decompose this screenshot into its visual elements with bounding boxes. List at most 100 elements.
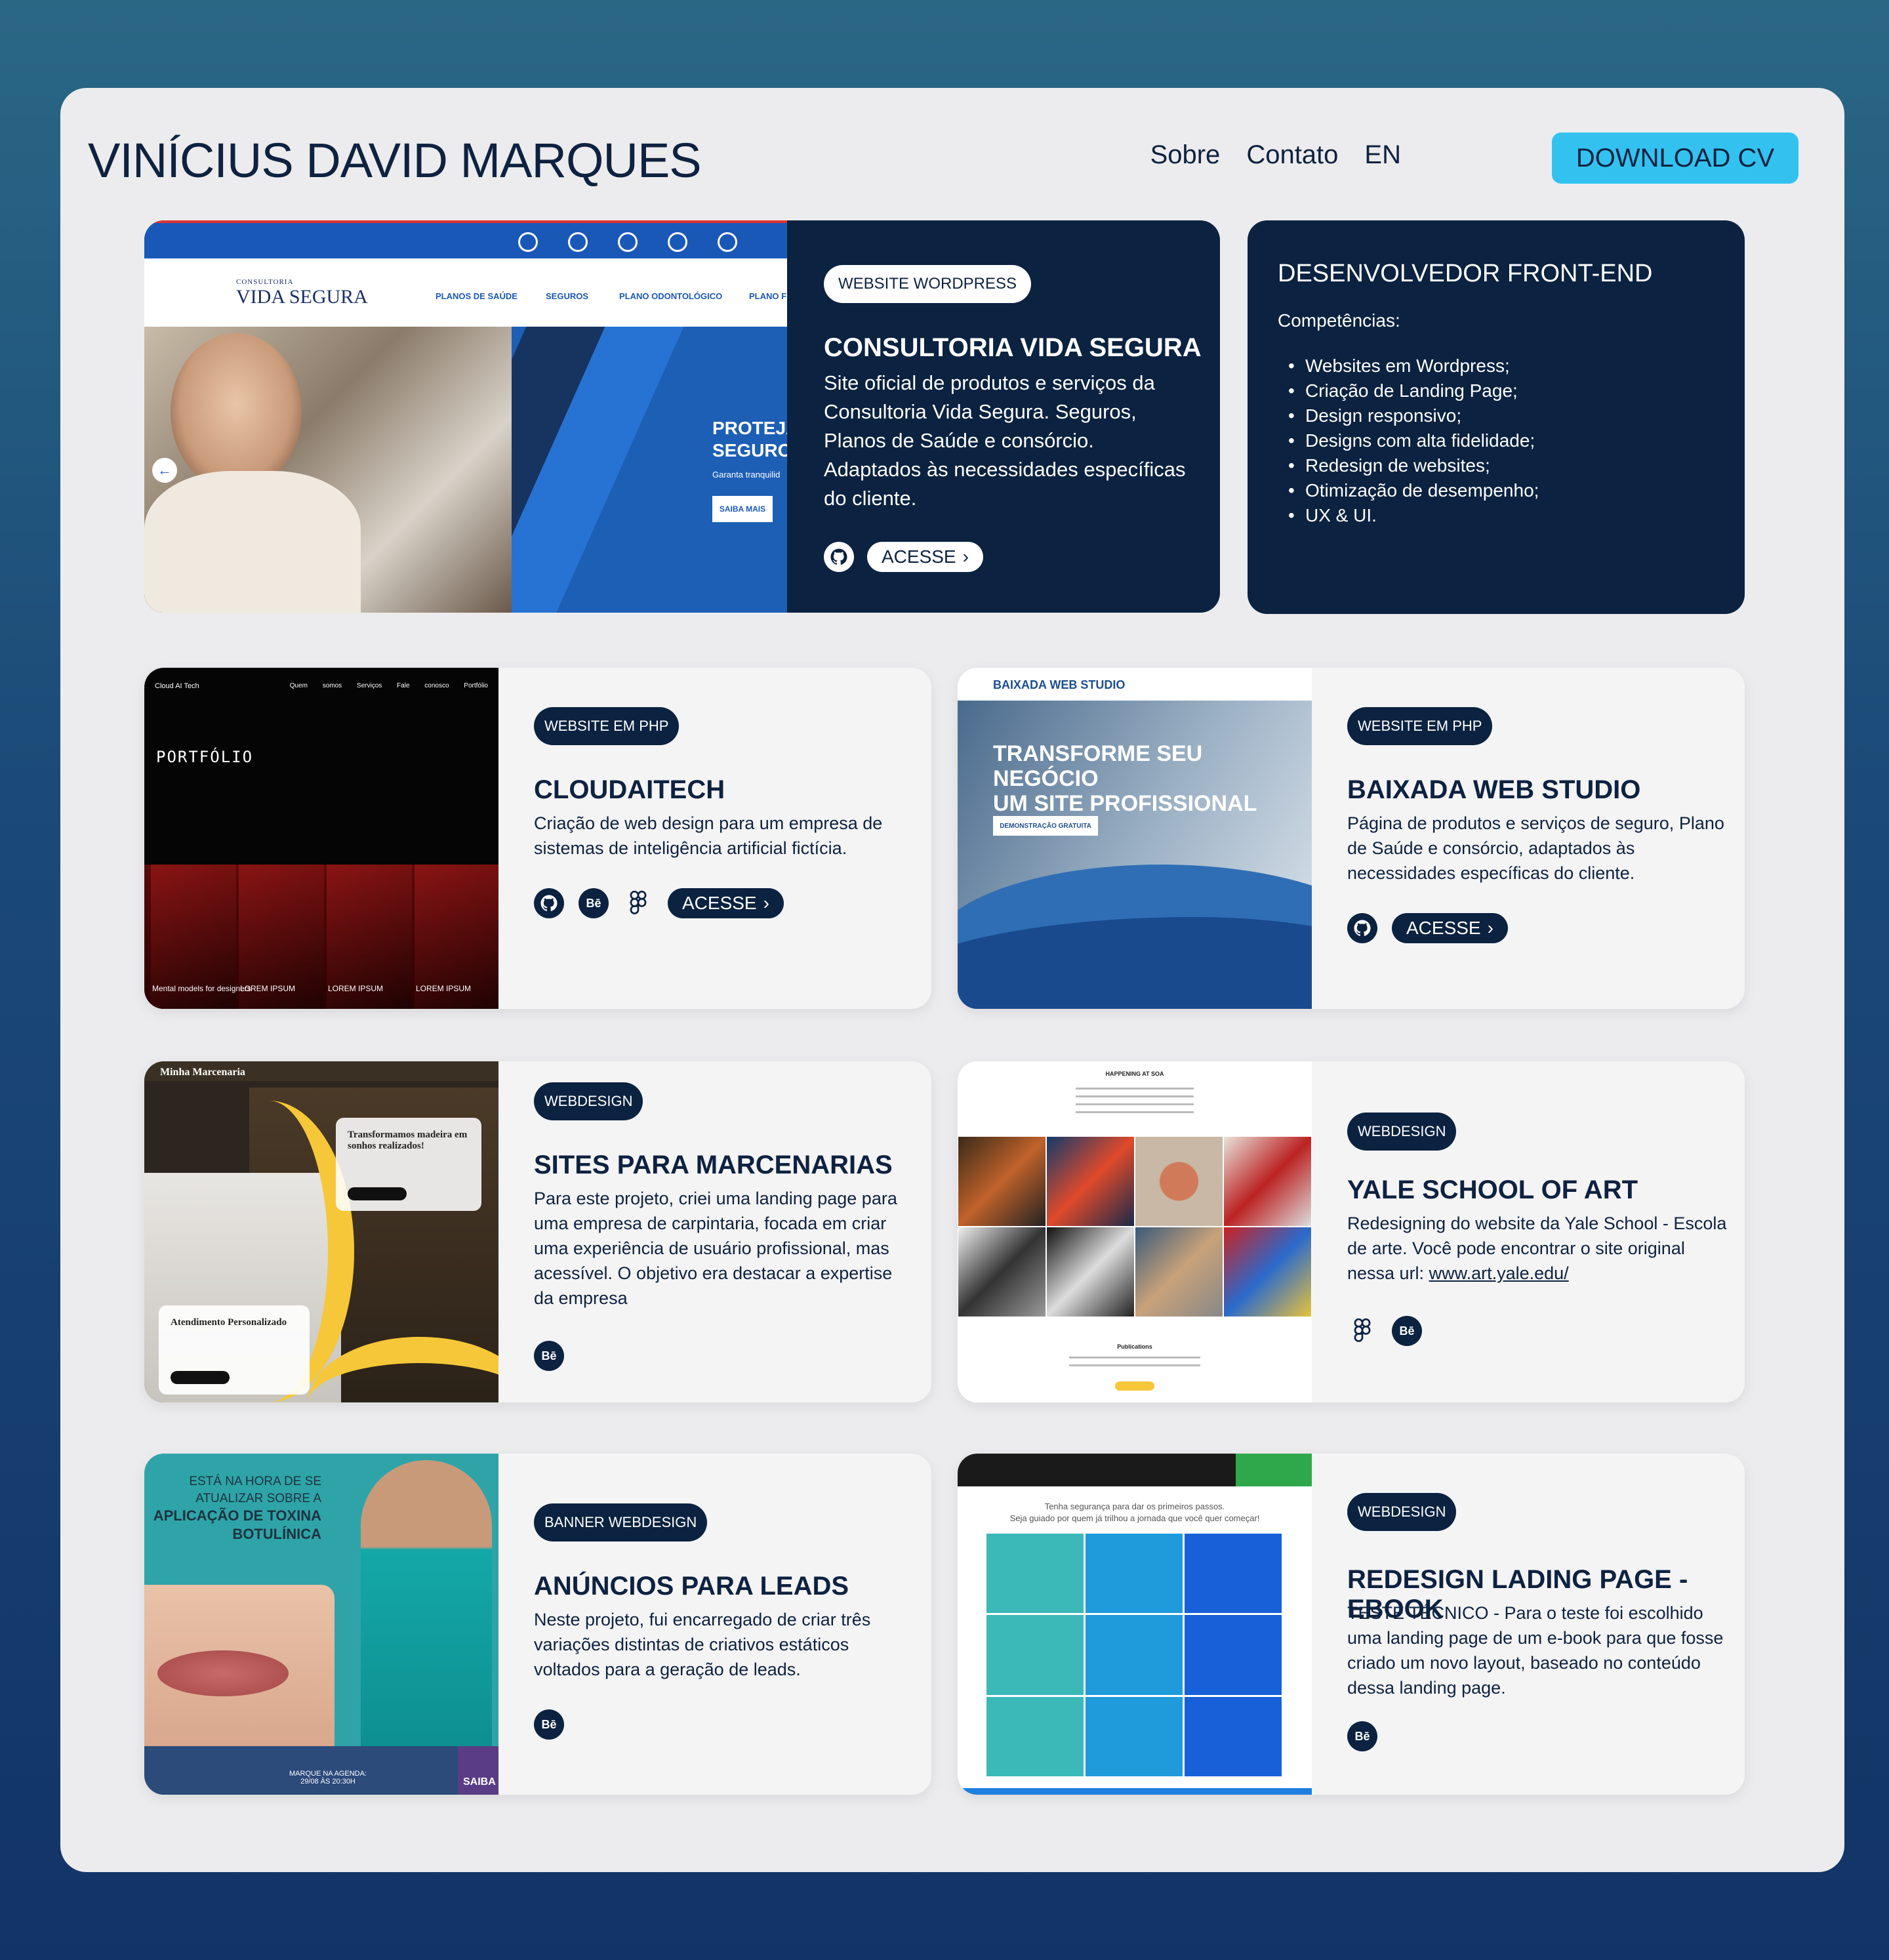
figma-icon[interactable] — [623, 888, 653, 918]
project-title: CONSULTORIA VIDA SEGURA — [824, 333, 1202, 362]
thumb-date: MARQUE NA AGENDA: 29/08 ÀS 20:30H — [289, 1770, 367, 1786]
thumb-menu-item: PLANOS DE SAÚDE — [436, 291, 518, 301]
thumb-brand: Cloud AI Tech — [155, 682, 199, 690]
thumb-brand: BAIXADA WEB STUDIO — [993, 678, 1126, 691]
thumb-intro: Tenha segurança para dar os primeiros pa… — [1009, 1501, 1260, 1523]
project-thumbnail[interactable]: Cloud AI Tech Quem somos Serviços Fale c… — [144, 668, 498, 1009]
thumb-topbar: Minha Marcenaria — [144, 1061, 498, 1081]
skill-item: UX & UI. — [1278, 503, 1745, 528]
thumb-hero-box: Transformamos madeira em sonhos realizad… — [336, 1118, 481, 1211]
thumb-info-box: Atendimento Personalizado — [159, 1305, 310, 1395]
skill-item: Otimização de desempenho; — [1278, 478, 1745, 503]
project-description: Criação de web design para um empresa de… — [534, 813, 883, 858]
project-description: Para este projeto, criei uma landing pag… — [534, 1189, 897, 1308]
project-links: Bē — [534, 1709, 564, 1740]
project-thumbnail[interactable]: ESTÁ NA HORA DE SE ATUALIZAR SOBRE A APL… — [144, 1454, 498, 1795]
skill-item: Websites em Wordpress; — [1278, 354, 1745, 378]
project-title: SITES PARA MARCENARIAS — [534, 1151, 893, 1179]
featured-project-card: CONSULTORIA VIDA SEGURA PLANOS DE SAÚDE S… — [144, 220, 1220, 613]
project-tag: WEBSITE EM PHP — [534, 707, 680, 745]
thumb-button: DEMONSTRAÇÃO GRATUITA — [993, 816, 1098, 836]
project-title: BAIXADA WEB STUDIO — [1347, 775, 1641, 804]
nav-sobre[interactable]: Sobre — [1150, 140, 1221, 170]
project-card-cloudaitech: Cloud AI Tech Quem somos Serviços Fale c… — [144, 668, 931, 1009]
chevron-right-icon: › — [763, 893, 769, 913]
top-nav: Sobre Contato EN — [1150, 140, 1401, 170]
thumb-label: LOREM IPSUM — [328, 984, 384, 993]
behance-icon[interactable]: Bē — [579, 888, 609, 918]
nav-language[interactable]: EN — [1364, 140, 1401, 170]
thumb-body — [144, 471, 361, 613]
thumb-section: Publications — [1117, 1343, 1152, 1350]
thumb-text-line — [1069, 1364, 1200, 1366]
project-body: WEBDESIGN YALE SCHOOL OF ART Redesigning… — [1347, 1061, 1728, 1402]
skills-subtitle: Competências: — [1278, 310, 1400, 331]
project-body: BANNER WEBDESIGN ANÚNCIOS PARA LEADS Nes… — [534, 1454, 914, 1795]
thumb-face — [171, 333, 302, 491]
github-icon[interactable] — [824, 542, 854, 572]
featured-project-body: WEBSITE WORDPRESS CONSULTORIA VIDA SEGUR… — [824, 220, 1204, 613]
project-link-button[interactable]: ACESSE › — [867, 542, 983, 572]
thumb-bottom-bar — [958, 1788, 1312, 1795]
project-link-button[interactable]: ACESSE › — [1392, 913, 1508, 943]
behance-icon[interactable]: Bē — [1347, 1721, 1377, 1751]
project-tag: BANNER WEBDESIGN — [534, 1503, 708, 1541]
project-card-baixada: BAIXADA WEB STUDIO TRANSFORME SEU NEGÓCI… — [958, 668, 1745, 1009]
behance-icon[interactable]: Bē — [534, 1709, 564, 1740]
skill-item: Redesign de websites; — [1278, 453, 1745, 478]
project-links: Bē — [534, 1341, 564, 1371]
thumb-hero-button: SAIBA MAIS — [712, 496, 773, 522]
thumb-hero-heading: PROTEJASEGUROS — [712, 418, 787, 460]
facebook-icon — [718, 232, 737, 252]
behance-icon[interactable]: Bē — [1392, 1316, 1422, 1346]
project-tag: WEBDESIGN — [534, 1082, 643, 1120]
download-cv-button[interactable]: DOWNLOAD CV — [1552, 133, 1798, 184]
project-card-ebook: Tenha segurança para dar os primeiros pa… — [958, 1454, 1745, 1795]
project-thumbnail[interactable]: HAPPENING AT SOA Publications — [958, 1061, 1312, 1402]
project-thumbnail[interactable]: Tenha segurança para dar os primeiros pa… — [958, 1454, 1312, 1795]
project-links: Bē ACESSE › — [534, 888, 784, 918]
thumb-navbar: CONSULTORIA VIDA SEGURA PLANOS DE SAÚDE S… — [144, 258, 787, 327]
portfolio-page: VINÍCIUS DAVID MARQUES Sobre Contato EN … — [60, 88, 1844, 1872]
figma-icon[interactable] — [1347, 1316, 1377, 1346]
thumb-heading: PORTFÓLIO — [156, 748, 254, 766]
project-description: Redesigning do website da Yale School - … — [1347, 1214, 1727, 1283]
thumb-button — [1115, 1381, 1154, 1391]
project-description: Neste projeto, fui encarregado de criar … — [534, 1610, 871, 1679]
project-tag: WEBDESIGN — [1347, 1113, 1457, 1151]
phone-icon — [568, 232, 588, 252]
thumb-label: Mental models for designers — [152, 984, 251, 993]
project-body: WEBDESIGN REDESIGN LADING PAGE - EBOOK T… — [1347, 1454, 1728, 1795]
github-icon[interactable] — [534, 888, 564, 918]
thumb-text-line — [1076, 1103, 1194, 1105]
github-icon[interactable] — [1347, 913, 1377, 943]
thumb-text-line — [1069, 1357, 1200, 1358]
behance-icon[interactable]: Bē — [534, 1341, 564, 1371]
vida-segura-logo: CONSULTORIA VIDA SEGURA — [236, 278, 368, 308]
chevron-right-icon: › — [1487, 918, 1493, 938]
thumb-lips — [157, 1650, 289, 1696]
thumb-menu-item: PLANO ODONTOLÓGICO — [619, 291, 723, 301]
nav-contato[interactable]: Contato — [1246, 140, 1338, 170]
thumb-pill — [171, 1371, 230, 1384]
site-name: VINÍCIUS DAVID MARQUES — [88, 133, 702, 188]
skills-list: Websites em Wordpress; Criação de Landin… — [1278, 354, 1745, 528]
project-thumbnail[interactable]: Minha Marcenaria Transformamos madeira e… — [144, 1061, 498, 1402]
project-thumbnail[interactable]: BAIXADA WEB STUDIO TRANSFORME SEU NEGÓCI… — [958, 668, 1312, 1009]
project-title: YALE SCHOOL OF ART — [1347, 1175, 1638, 1204]
project-card-leads: ESTÁ NA HORA DE SE ATUALIZAR SOBRE A APL… — [144, 1454, 931, 1795]
project-link-button[interactable]: ACESSE › — [668, 888, 784, 918]
thumb-hero-sub: Garanta tranquilid — [712, 470, 781, 480]
featured-project-thumbnail[interactable]: CONSULTORIA VIDA SEGURA PLANOS DE SAÚDE S… — [144, 220, 787, 613]
project-description: Página de produtos e serviços de seguro,… — [1347, 813, 1724, 883]
thumb-text-line — [1076, 1095, 1194, 1097]
project-title: CLOUDAITECH — [534, 775, 725, 804]
project-body: WEBSITE EM PHP BAIXADA WEB STUDIO Página… — [1347, 668, 1728, 1009]
chevron-right-icon: › — [962, 546, 969, 567]
thumb-pill — [348, 1187, 407, 1200]
project-card-yale: HAPPENING AT SOA Publications WEBDESIGN — [958, 1061, 1745, 1402]
project-url-link[interactable]: www.art.yale.edu/ — [1429, 1263, 1569, 1283]
project-title: ANÚNCIOS PARA LEADS — [534, 1572, 849, 1601]
mail-icon — [618, 232, 638, 252]
thumb-label: LOREM IPSUM — [416, 984, 472, 993]
